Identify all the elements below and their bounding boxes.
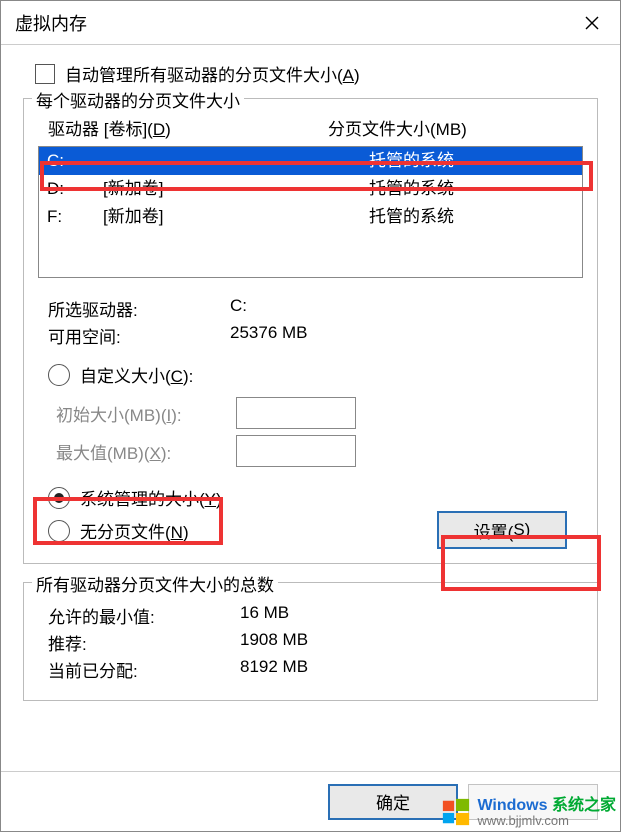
auto-manage-row[interactable]: 自动管理所有驱动器的分页文件大小(A) bbox=[23, 61, 598, 86]
min-allowed-label: 允许的最小值: bbox=[48, 603, 240, 628]
min-allowed-row: 允许的最小值: 16 MB bbox=[48, 603, 585, 628]
set-button[interactable]: 设置(S) bbox=[437, 511, 567, 549]
page-column-header: 分页文件大小(MB) bbox=[328, 115, 581, 140]
close-button[interactable] bbox=[564, 1, 620, 44]
custom-size-label: 自定义大小(C): bbox=[80, 362, 193, 387]
auto-manage-label: 自动管理所有驱动器的分页文件大小(A) bbox=[65, 61, 360, 86]
drive-column-header: 驱动器 [卷标](D) bbox=[48, 115, 328, 140]
current-row: 当前已分配: 8192 MB bbox=[48, 657, 585, 682]
drive-info: 所选驱动器: C: 可用空间: 25376 MB bbox=[36, 296, 585, 348]
window-title: 虚拟内存 bbox=[15, 10, 564, 36]
initial-size-row: 初始大小(MB)(I): bbox=[56, 397, 585, 429]
drive-row-d[interactable]: D: [新加卷] 托管的系统 bbox=[39, 175, 582, 203]
custom-size-radio[interactable] bbox=[48, 364, 70, 386]
content-area: 自动管理所有驱动器的分页文件大小(A) 每个驱动器的分页文件大小 驱动器 [卷标… bbox=[1, 45, 620, 771]
drive-label: [新加卷] bbox=[103, 177, 369, 201]
totals-group: 所有驱动器分页文件大小的总数 允许的最小值: 16 MB 推荐: 1908 MB… bbox=[23, 582, 598, 701]
drive-label bbox=[103, 149, 369, 173]
ok-button[interactable]: 确定 bbox=[328, 784, 458, 820]
drive-status: 托管的系统 bbox=[369, 177, 574, 201]
current-label: 当前已分配: bbox=[48, 657, 240, 682]
drive-status: 托管的系统 bbox=[369, 149, 574, 173]
min-allowed-value: 16 MB bbox=[240, 603, 289, 628]
no-paging-radio[interactable] bbox=[48, 520, 70, 542]
drive-letter: F: bbox=[47, 205, 103, 229]
close-icon bbox=[585, 16, 599, 30]
current-value: 8192 MB bbox=[240, 657, 308, 682]
initial-size-label: 初始大小(MB)(I): bbox=[56, 401, 236, 426]
cancel-button[interactable] bbox=[468, 784, 598, 820]
dialog-buttons: 确定 bbox=[1, 771, 620, 831]
auto-manage-checkbox[interactable] bbox=[35, 64, 55, 84]
max-size-input[interactable] bbox=[236, 435, 356, 467]
drive-letter: C: bbox=[47, 149, 103, 173]
recommended-label: 推荐: bbox=[48, 630, 240, 655]
selected-drive-row: 所选驱动器: C: bbox=[48, 296, 585, 321]
selected-drive-label: 所选驱动器: bbox=[48, 296, 230, 321]
custom-size-option[interactable]: 自定义大小(C): bbox=[36, 358, 585, 391]
drive-label: [新加卷] bbox=[103, 205, 369, 229]
system-managed-option[interactable]: 系统管理的大小(Y) bbox=[36, 481, 585, 514]
system-managed-radio[interactable] bbox=[48, 487, 70, 509]
drive-list-header: 驱动器 [卷标](D) 分页文件大小(MB) bbox=[36, 113, 585, 144]
free-space-row: 可用空间: 25376 MB bbox=[48, 323, 585, 348]
drive-letter: D: bbox=[47, 177, 103, 201]
selected-drive-value: C: bbox=[230, 296, 247, 321]
virtual-memory-dialog: 虚拟内存 自动管理所有驱动器的分页文件大小(A) 每个驱动器的分页文件大小 驱动… bbox=[0, 0, 621, 832]
drive-row-f[interactable]: F: [新加卷] 托管的系统 bbox=[39, 203, 582, 231]
max-size-row: 最大值(MB)(X): bbox=[56, 435, 585, 467]
system-managed-label: 系统管理的大小(Y) bbox=[80, 485, 222, 510]
no-paging-label: 无分页文件(N) bbox=[80, 518, 189, 543]
recommended-row: 推荐: 1908 MB bbox=[48, 630, 585, 655]
drive-status: 托管的系统 bbox=[369, 205, 574, 229]
max-size-label: 最大值(MB)(X): bbox=[56, 439, 236, 464]
initial-size-input[interactable] bbox=[236, 397, 356, 429]
titlebar: 虚拟内存 bbox=[1, 1, 620, 45]
totals-group-label: 所有驱动器分页文件大小的总数 bbox=[32, 571, 278, 596]
free-space-value: 25376 MB bbox=[230, 323, 308, 348]
free-space-label: 可用空间: bbox=[48, 323, 230, 348]
per-drive-group-label: 每个驱动器的分页文件大小 bbox=[32, 87, 244, 112]
per-drive-group: 每个驱动器的分页文件大小 驱动器 [卷标](D) 分页文件大小(MB) C: 托… bbox=[23, 98, 598, 564]
drive-row-c[interactable]: C: 托管的系统 bbox=[39, 147, 582, 175]
recommended-value: 1908 MB bbox=[240, 630, 308, 655]
drive-list[interactable]: C: 托管的系统 D: [新加卷] 托管的系统 F: [新加卷] 托管的系统 bbox=[38, 146, 583, 278]
